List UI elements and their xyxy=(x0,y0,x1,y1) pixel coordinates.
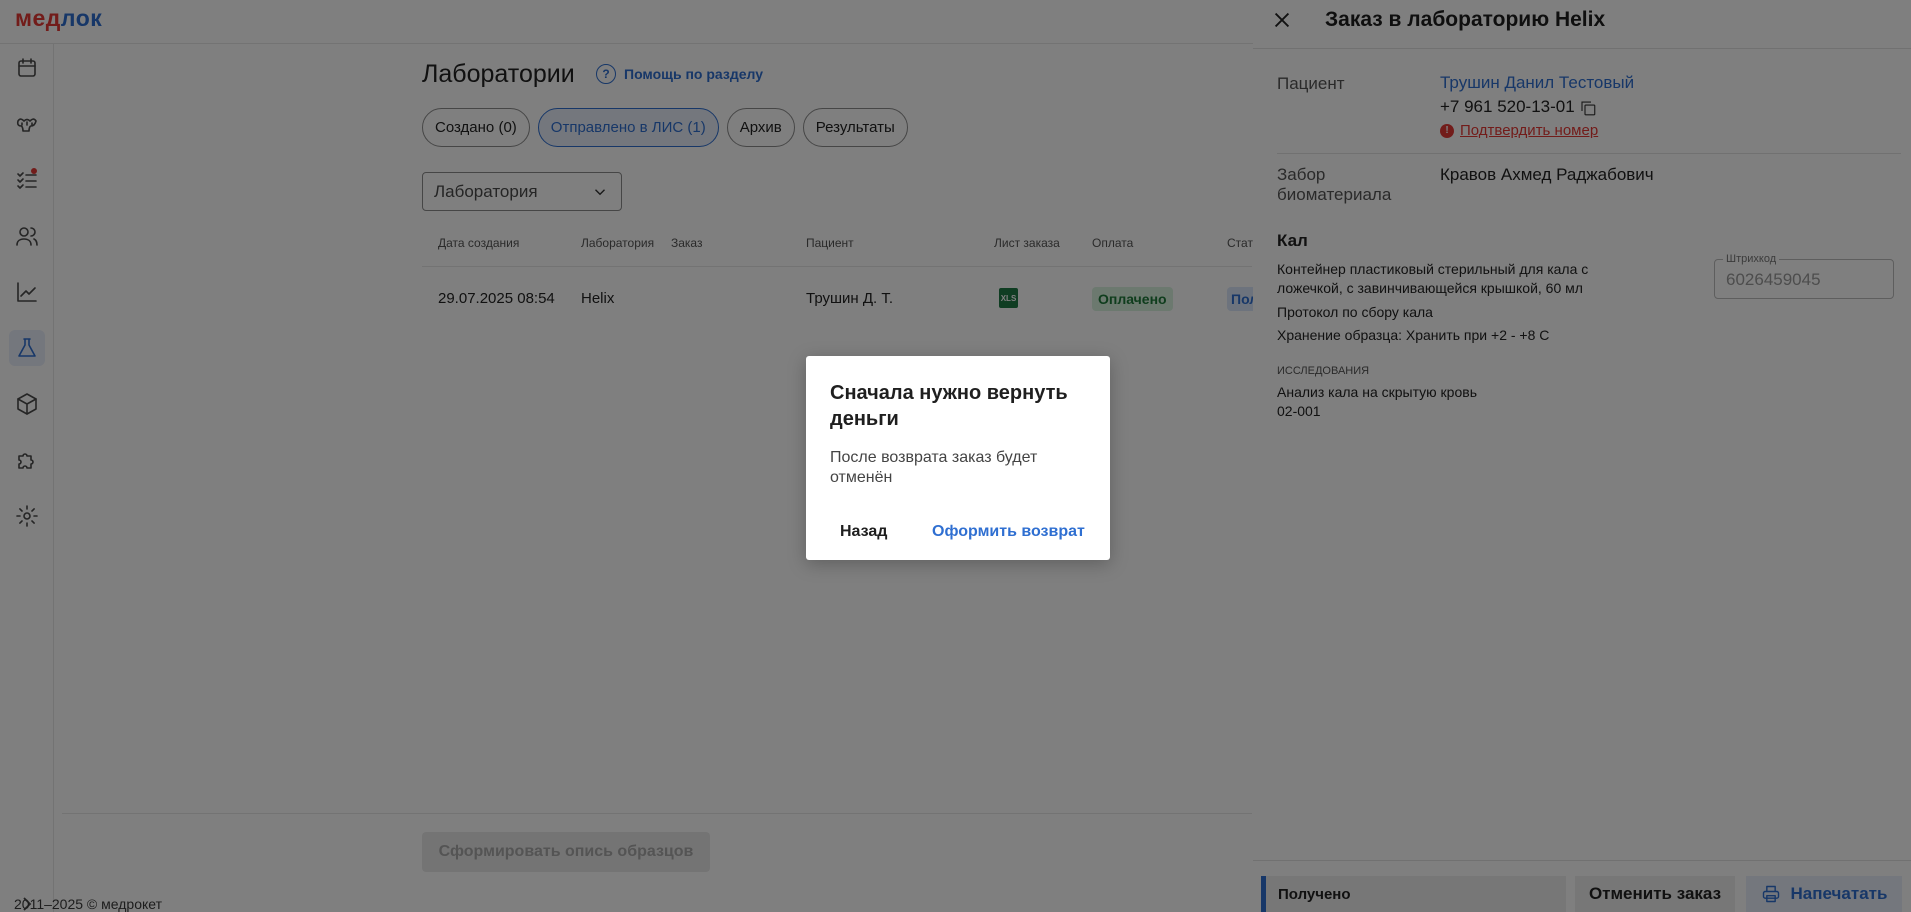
panel-overlay xyxy=(1253,0,1911,912)
refund-required-dialog: Сначала нужно вернуть деньги После возвр… xyxy=(806,356,1110,560)
process-refund-button[interactable]: Оформить возврат xyxy=(932,523,1085,541)
dialog-title: Сначала нужно вернуть деньги xyxy=(830,382,1068,430)
dialog-message: После возврата заказ будет отменён xyxy=(830,449,1038,486)
back-button[interactable]: Назад xyxy=(840,523,887,541)
